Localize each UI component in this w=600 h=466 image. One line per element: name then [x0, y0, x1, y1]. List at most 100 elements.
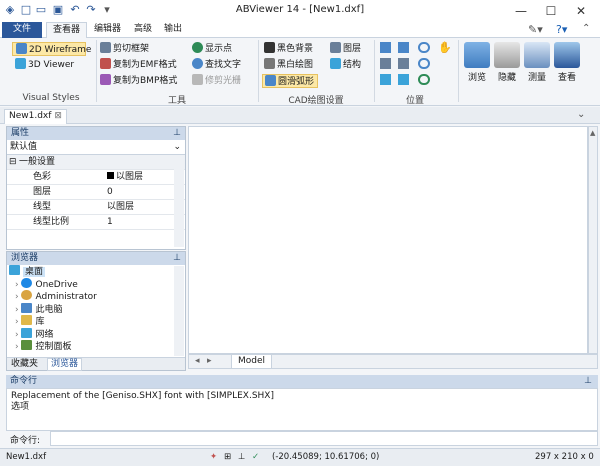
close-tab-icon[interactable]: ⊠	[54, 111, 62, 121]
measure-button[interactable]: 测量	[522, 40, 552, 90]
trim-raster-button[interactable]: 修剪光栅	[192, 74, 241, 88]
clip-frame-button[interactable]: 剪切框架	[100, 42, 149, 56]
status-bar: New1.dxf ✦ ⊞ ⊥ ✓ (-20.45089; 10.61706; 0…	[0, 448, 600, 466]
minimize-icon[interactable]: —	[506, 0, 536, 22]
separator	[96, 40, 97, 102]
scroll-right-icon[interactable]: ▸	[207, 356, 212, 366]
tree-item[interactable]: › Administrator	[9, 290, 185, 303]
command-input-label: 命令行:	[10, 436, 41, 446]
copy-bmp-button[interactable]: 复制为BMP格式	[100, 74, 177, 88]
property-row[interactable]: 图层 0	[7, 185, 185, 200]
pin-icon[interactable]: ⊥	[173, 127, 181, 140]
rotate-icon[interactable]	[380, 74, 391, 85]
black-background-button[interactable]: 黑色背景	[264, 42, 313, 56]
tree-item-desktop[interactable]: 桌面	[9, 265, 185, 278]
maximize-icon[interactable]: ☐	[536, 0, 566, 22]
2d-wireframe-button[interactable]: 2D Wireframe	[12, 42, 91, 56]
structure-button[interactable]: 结构	[330, 58, 361, 72]
property-row[interactable]: 色彩 以图层	[7, 170, 185, 185]
command-output: Replacement of the [Geniso.SHX] font wit…	[6, 388, 598, 431]
structure-icon	[330, 58, 341, 69]
layers-icon	[330, 42, 341, 53]
osnap-icon[interactable]: ✓	[252, 449, 259, 466]
tabs-dropdown-icon[interactable]: ⌄	[577, 109, 585, 120]
pan-hand-icon[interactable]: ✋	[438, 42, 452, 53]
scroll-up-icon[interactable]: ▲	[590, 129, 595, 137]
group-label-visual-styles: Visual Styles	[22, 93, 80, 103]
ortho-icon[interactable]: ⊥	[238, 449, 245, 466]
property-section[interactable]: ⊟ 一般设置	[7, 155, 185, 170]
find-text-icon	[192, 58, 203, 69]
separator	[258, 40, 259, 102]
document-tab[interactable]: New1.dxf ⊠	[4, 109, 67, 124]
trim-raster-icon	[192, 74, 203, 85]
tab-favorites[interactable]: 收藏夹	[11, 358, 38, 370]
command-input[interactable]	[50, 431, 598, 446]
find-text-button[interactable]: 查找文字	[192, 58, 241, 72]
zoom-out-icon[interactable]	[418, 58, 430, 69]
3d-viewer-button[interactable]: 3D Viewer	[12, 58, 86, 72]
status-size: 297 x 210 x 0	[535, 452, 594, 462]
desktop-icon	[9, 265, 20, 275]
hide-icon	[494, 42, 520, 68]
status-coords: (-20.45089; 10.61706; 0)	[272, 452, 380, 462]
vertical-scrollbar[interactable]: ▲	[588, 126, 598, 354]
tree-item[interactable]: › 网络	[9, 327, 185, 341]
zoom-realtime-icon[interactable]	[418, 74, 430, 85]
browser-scrollbar[interactable]	[174, 266, 184, 356]
document-tabs: New1.dxf ⊠ ⌄	[0, 107, 600, 124]
view-icon	[554, 42, 580, 68]
browse-button[interactable]: 浏览	[462, 40, 492, 90]
help-icon[interactable]: ?▾	[556, 23, 567, 36]
command-output-line: 选项	[11, 402, 30, 412]
tab-output[interactable]: 输出	[158, 22, 188, 38]
property-row[interactable]: 线型 以图层	[7, 200, 185, 215]
pin-icon[interactable]: ⊥	[173, 252, 181, 265]
tab-file[interactable]: 文件	[2, 22, 42, 38]
black-white-button[interactable]: 黑白绘图	[264, 58, 313, 72]
drawing-canvas[interactable]	[188, 126, 588, 354]
tab-viewer[interactable]: 查看器	[46, 22, 88, 39]
show-points-button[interactable]: 显示点	[192, 42, 232, 56]
pin-icon[interactable]: ⊥	[584, 375, 592, 388]
title-bar: ◈ □ ▭ ▣ ↶ ↷ ▾ ABViewer 14 - [New1.dxf] —…	[0, 0, 600, 22]
smooth-arcs-button[interactable]: 圆滑弧形	[262, 74, 319, 88]
properties-combo[interactable]: 默认值 ⌄	[7, 140, 185, 155]
tree-item[interactable]: › OneDrive	[9, 277, 185, 291]
close-icon[interactable]: ✕	[566, 0, 596, 22]
color-swatch-icon	[107, 172, 114, 179]
zoom-previous-icon[interactable]	[380, 58, 391, 69]
copy-emf-button[interactable]: 复制为EMF格式	[100, 58, 177, 72]
zoom-all-icon[interactable]	[398, 58, 409, 69]
properties-panel: 属性 ⊥ 默认值 ⌄ ⊟ 一般设置 色彩 以图层 图层 0 线型 以图层 线型比例 1	[6, 126, 186, 250]
zoom-extents-icon[interactable]	[380, 42, 391, 53]
hide-button[interactable]: 隐藏	[492, 40, 522, 90]
properties-scrollbar[interactable]	[174, 155, 184, 247]
tree-item[interactable]: › 控制面板	[9, 340, 185, 353]
tab-editor[interactable]: 编辑器	[88, 22, 127, 38]
browser-header: 浏览器 ⊥	[7, 252, 185, 265]
group-label-position: 位置	[405, 96, 424, 106]
grid-icon[interactable]: ⊞	[224, 449, 231, 466]
layers-button[interactable]: 图层	[330, 42, 361, 56]
tree-item[interactable]: › 此电脑	[9, 302, 185, 316]
tab-browser[interactable]: 浏览器	[47, 358, 83, 371]
style-icon[interactable]: ✎▾	[528, 23, 543, 36]
snap-icon[interactable]: ✦	[210, 449, 217, 466]
view-button[interactable]: 查看	[552, 40, 582, 90]
zoom-in-icon[interactable]	[418, 42, 430, 53]
position-tools: ✋	[380, 42, 452, 88]
ribbon-collapse-icon[interactable]: ⌃	[582, 23, 590, 34]
tab-model[interactable]: Model	[231, 355, 273, 369]
tab-advanced[interactable]: 高级	[128, 22, 158, 38]
user-icon	[21, 290, 33, 300]
copy-emf-icon	[100, 58, 111, 69]
tree-item[interactable]: › 库	[9, 315, 185, 328]
scroll-left-icon[interactable]: ◂	[195, 356, 200, 366]
collapse-icon[interactable]: ⊟	[7, 155, 19, 170]
property-row[interactable]: 线型比例 1	[7, 215, 185, 230]
zoom-window-icon[interactable]	[398, 42, 409, 53]
command-input-row: 命令行:	[6, 431, 598, 446]
orbit-icon[interactable]	[398, 74, 409, 85]
library-icon	[21, 315, 33, 325]
